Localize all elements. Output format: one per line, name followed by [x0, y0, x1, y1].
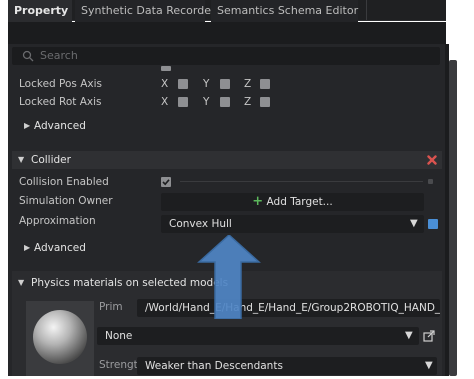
- approximation-dropdown[interactable]: Convex Hull: [161, 215, 424, 233]
- advanced-toggle[interactable]: Advanced: [34, 118, 86, 134]
- plus-icon: +: [252, 194, 264, 209]
- locked-rot-y-checkbox[interactable]: [220, 97, 230, 107]
- strength-dropdown[interactable]: Weaker than Descendants: [137, 357, 437, 375]
- approximation-value: Convex Hull: [169, 218, 232, 230]
- collision-enabled-checkbox[interactable]: [161, 177, 171, 187]
- locked-rot-x-checkbox[interactable]: [178, 97, 188, 107]
- locked-pos-z-checkbox[interactable]: [260, 79, 270, 89]
- collider-header[interactable]: [12, 151, 442, 169]
- axis-y-label: Y: [203, 96, 210, 108]
- collider-advanced-toggle[interactable]: Advanced: [34, 240, 86, 256]
- search-placeholder: Search: [40, 49, 78, 62]
- locked-pos-x-checkbox[interactable]: [178, 79, 188, 89]
- simulation-owner-label: Simulation Owner: [19, 195, 113, 207]
- locked-rot-z-checkbox[interactable]: [260, 97, 270, 107]
- search-icon: [22, 50, 34, 62]
- collider-title: Collider: [31, 154, 71, 166]
- open-external-icon[interactable]: [423, 330, 435, 342]
- material-thumbnail: [26, 301, 94, 376]
- tab-semantics-schema-editor[interactable]: Semantics Schema Editor: [211, 0, 358, 22]
- axis-x-label: X: [161, 78, 169, 90]
- collision-enabled-label: Collision Enabled: [19, 176, 109, 188]
- axis-z-label: Z: [244, 78, 252, 90]
- tab-synthetic-data-recorder[interactable]: Synthetic Data Recorder: [75, 0, 216, 22]
- material-dropdown[interactable]: None: [97, 327, 419, 345]
- title-bar-divider: [366, 0, 367, 20]
- locked-rot-axis-label: Locked Rot Axis: [19, 96, 102, 108]
- checkbox[interactable]: [161, 66, 171, 71]
- prim-label: Prim: [99, 301, 123, 313]
- axis-y-label: Y: [203, 78, 210, 90]
- annotation-up-arrow-icon: [197, 235, 261, 319]
- prim-path-value: /World/Hand_E/Hand_E/Hand_E/Group2ROBOTI…: [145, 302, 440, 314]
- axis-x-label: X: [161, 96, 169, 108]
- add-target-button[interactable]: + Add Target...: [161, 193, 424, 211]
- locked-pos-axis-label: Locked Pos Axis: [19, 78, 103, 90]
- collapse-triangle-icon[interactable]: ▼: [18, 152, 24, 168]
- strength-value: Weaker than Descendants: [145, 360, 283, 372]
- dropdown-arrow-icon: ▼: [410, 218, 418, 229]
- approximation-label: Approximation: [19, 215, 96, 227]
- locked-pos-y-checkbox[interactable]: [220, 79, 230, 89]
- dropdown-arrow-icon: ▼: [425, 360, 433, 371]
- tab-property[interactable]: Property: [8, 0, 72, 22]
- tab-bar: [8, 22, 446, 44]
- expand-triangle-icon[interactable]: ▶: [24, 118, 30, 134]
- dropdown-arrow-icon: ▼: [405, 330, 413, 341]
- expand-triangle-icon[interactable]: ▶: [24, 240, 30, 256]
- default-indicator: [428, 179, 433, 184]
- scrollbar-thumb[interactable]: [449, 60, 457, 376]
- prim-path-field[interactable]: /World/Hand_E/Hand_E/Hand_E/Group2ROBOTI…: [137, 299, 440, 317]
- remove-icon[interactable]: [427, 155, 437, 165]
- checkmark-icon: [162, 179, 170, 186]
- material-value: None: [105, 330, 133, 342]
- divider-line: [180, 181, 423, 182]
- add-target-label: Add Target...: [266, 196, 333, 208]
- override-indicator[interactable]: [428, 219, 438, 229]
- material-sphere-preview: [33, 310, 87, 364]
- collapse-triangle-icon[interactable]: ▼: [18, 275, 24, 291]
- axis-z-label: Z: [244, 96, 252, 108]
